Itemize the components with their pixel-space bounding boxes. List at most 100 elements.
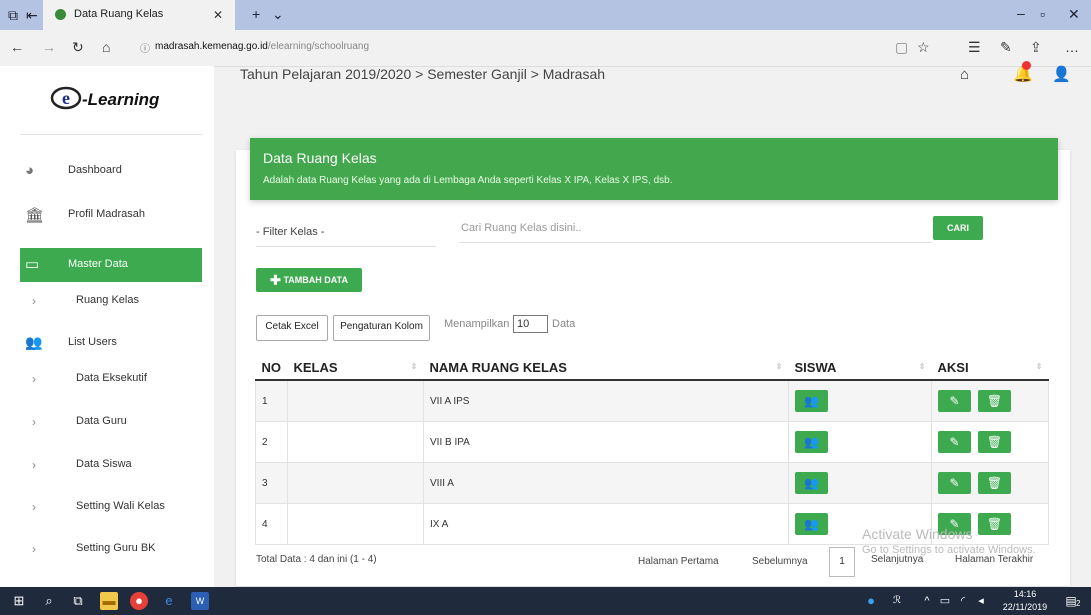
windows-start-icon[interactable]: ⊞ [10, 592, 28, 610]
cell-nama: VII A IPS [423, 379, 789, 422]
users-icon: 👥 [804, 476, 819, 490]
search-icon[interactable]: ⌕ [40, 592, 58, 610]
search-button[interactable]: CARI [933, 216, 983, 240]
sidebar-item-dashboard[interactable]: ◕ Dashboard [20, 154, 202, 188]
battery-icon[interactable]: ▭ [936, 592, 954, 610]
home-nav-icon[interactable]: ⌂ [960, 66, 969, 83]
clock-date[interactable]: 22/11/2019 [996, 602, 1054, 612]
sidebar-item-ruang-kelas[interactable]: › Ruang Kelas [20, 284, 202, 318]
pencil-icon: ✎ [949, 476, 960, 490]
share-icon[interactable]: ⇪ [1030, 39, 1042, 55]
sidebar-item-profil-madrasah[interactable]: 🏛 Profil Madrasah [20, 198, 202, 232]
word-icon[interactable]: W [191, 592, 209, 610]
back-icon[interactable]: ← [10, 39, 24, 55]
edge-icon[interactable]: e [160, 592, 178, 610]
activate-windows-watermark: Activate Windows [862, 526, 973, 542]
col-header-siswa[interactable]: SISWA ⇕ [788, 355, 932, 381]
notes-pen-icon[interactable]: ✎ [1000, 39, 1012, 55]
sidebar-item-data-siswa[interactable]: › Data Siswa [20, 448, 202, 482]
more-icon[interactable]: … [1065, 39, 1079, 55]
students-button[interactable]: 👥 [795, 390, 828, 412]
add-data-button[interactable]: ✚ TAMBAH DATA [256, 268, 362, 292]
show-hidden-icons-icon[interactable]: ^ [918, 592, 936, 610]
cell-nama: IX A [423, 503, 789, 545]
favorite-star-icon[interactable]: ☆ [917, 39, 930, 55]
students-button[interactable]: 👥 [795, 431, 828, 453]
task-view-icon[interactable]: ⧉ [69, 592, 87, 610]
dashboard-gauge-icon: ◕ [25, 162, 35, 179]
file-explorer-icon[interactable]: ▬ [100, 592, 118, 610]
students-button[interactable]: 👥 [795, 472, 828, 494]
total-data-text: Total Data : 4 dan ini (1 - 4) [256, 554, 377, 565]
users-icon: 👥 [804, 517, 819, 531]
delete-button[interactable]: 🗑 [978, 390, 1011, 412]
pagination-first[interactable]: Halaman Pertama [638, 556, 719, 567]
favorites-list-icon[interactable]: ☰ [968, 39, 981, 55]
col-header-kelas[interactable]: KELAS ⇕ [287, 355, 424, 381]
breadcrumb: Tahun Pelajaran 2019/2020 > Semester Gan… [240, 66, 606, 82]
sidebar-item-data-eksekutif[interactable]: › Data Eksekutif [20, 362, 202, 396]
delete-button[interactable]: 🗑 [978, 513, 1011, 535]
col-header-no[interactable]: NO [255, 355, 288, 381]
sidebar-item-setting-wali-kelas[interactable]: › Setting Wali Kelas [20, 490, 202, 524]
sidebar-item-label: List Users [68, 336, 117, 348]
delete-button[interactable]: 🗑 [978, 472, 1011, 494]
sidebar-item-master-data[interactable]: ▭ Master Data [20, 248, 202, 282]
col-header-nama-ruang-kelas[interactable]: NAMA RUANG KELAS ⇕ [423, 355, 789, 381]
user-profile-icon[interactable]: 👤 [1052, 65, 1071, 83]
sort-icon: ⇕ [1035, 362, 1043, 371]
tab-preview-icon[interactable]: ⧉ [8, 7, 18, 23]
close-tab-icon[interactable]: ✕ [213, 7, 223, 23]
pagination-prev[interactable]: Sebelumnya [752, 556, 808, 567]
url-field[interactable]: madrasah.kemenag.go.id/elearning/schoolr… [155, 41, 369, 52]
sort-icon: ⇕ [410, 362, 418, 371]
export-excel-button[interactable]: Cetak Excel [256, 315, 328, 341]
page-subtitle: Adalah data Ruang Kelas yang ada di Lemb… [263, 175, 673, 186]
cell-nama: VIII A [423, 462, 789, 504]
delete-button[interactable]: 🗑 [978, 431, 1011, 453]
tab-list-chevron-icon[interactable]: ⌄ [272, 6, 284, 22]
update-shield-icon[interactable]: ● [862, 592, 880, 610]
cell-kelas [287, 421, 424, 463]
minimize-icon[interactable]: – [1017, 5, 1025, 21]
col-header-label: NO [261, 359, 282, 375]
entries-per-page-input[interactable]: 10 [513, 315, 548, 333]
edit-button[interactable]: ✎ [938, 472, 971, 494]
maximize-icon[interactable]: ▫ [1040, 6, 1045, 22]
site-info-icon[interactable]: ⓘ [140, 40, 150, 55]
cell-no: 3 [255, 462, 288, 504]
col-header-label: AKSI [937, 359, 969, 375]
col-header-label: KELAS [293, 359, 338, 375]
forward-icon[interactable]: → [42, 39, 56, 55]
new-tab-icon[interactable]: + [252, 6, 260, 22]
home-icon[interactable]: ⌂ [102, 39, 110, 55]
clock-time[interactable]: 14:16 [1000, 589, 1050, 599]
tabs-aside-icon[interactable]: ⇤ [26, 7, 38, 23]
reading-view-icon[interactable]: ▢ [895, 39, 908, 55]
column-settings-button[interactable]: Pengaturan Kolom [333, 315, 430, 341]
wifi-icon[interactable]: ◜ [954, 592, 972, 610]
edit-button[interactable]: ✎ [938, 390, 971, 412]
students-button[interactable]: 👥 [795, 513, 828, 535]
sidebar-item-list-users[interactable]: 👥 List Users [20, 326, 202, 360]
close-window-icon[interactable]: ✕ [1068, 6, 1080, 22]
volume-icon[interactable]: ◂ [972, 592, 990, 610]
sidebar-item-setting-guru-bk[interactable]: › Setting Guru BK [20, 532, 202, 566]
table-row: 3 VIII A 👥 ✎ 🗑 [255, 462, 1049, 504]
users-icon: 👥 [804, 394, 819, 408]
notification-badge [1022, 61, 1031, 70]
refresh-icon[interactable]: ↻ [72, 39, 84, 55]
edit-button[interactable]: ✎ [938, 431, 971, 453]
col-header-aksi[interactable]: AKSI ⇕ [931, 355, 1049, 381]
pagination-page-1[interactable]: 1 [829, 547, 855, 577]
browser-tab[interactable]: Data Ruang Kelas ✕ [43, 0, 235, 30]
sidebar-item-label: Data Eksekutif [76, 372, 147, 384]
filter-kelas-select[interactable]: - Filter Kelas - [256, 222, 436, 247]
sidebar-item-data-guru[interactable]: › Data Guru [20, 405, 202, 439]
sidebar-item-label: Data Guru [76, 415, 127, 427]
chrome-icon[interactable]: ● [130, 592, 148, 610]
search-input[interactable]: Cari Ruang Kelas disini.. [459, 218, 931, 243]
tab-title: Data Ruang Kelas [74, 8, 164, 20]
cell-aksi: ✎ 🗑 [931, 421, 1049, 463]
people-icon[interactable]: ℛ [888, 592, 906, 610]
